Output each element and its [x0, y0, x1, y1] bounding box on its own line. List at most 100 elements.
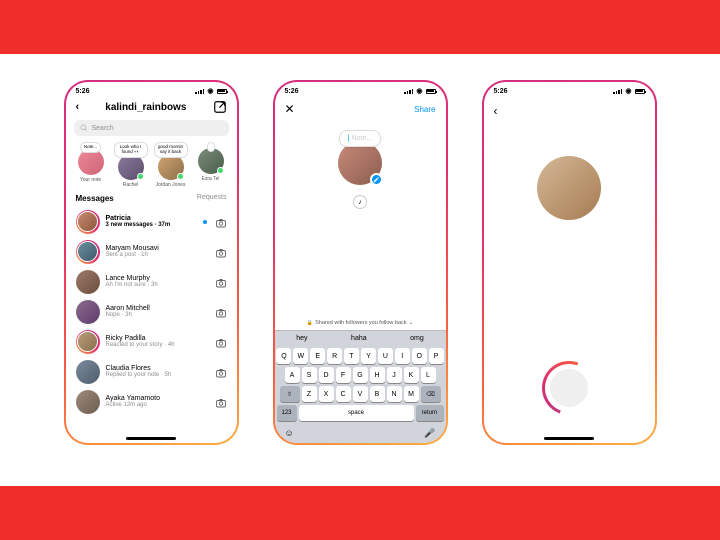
note-bubble: Look who I found 👀: [114, 142, 148, 158]
key[interactable]: V: [353, 386, 368, 402]
compose-button[interactable]: [213, 100, 227, 114]
key[interactable]: Z: [302, 386, 317, 402]
record-header: ‹: [484, 96, 655, 126]
close-button[interactable]: ✕: [285, 102, 295, 116]
requests-link[interactable]: Requests: [197, 194, 227, 203]
unread-dot: [203, 220, 207, 224]
key[interactable]: D: [319, 367, 334, 383]
note-item[interactable]: Ezra Tel: [194, 142, 228, 188]
presence-dot: [217, 167, 224, 174]
key-shift[interactable]: ⇧: [280, 386, 300, 402]
back-button[interactable]: ‹: [494, 104, 498, 118]
thread-avatar: [76, 210, 100, 234]
status-time: 5:26: [76, 88, 90, 95]
status-indicators: ◉: [613, 87, 644, 95]
section-header: Messages Requests: [66, 194, 237, 207]
home-indicator[interactable]: [544, 437, 594, 440]
key[interactable]: E: [310, 348, 325, 364]
emoji-button[interactable]: ☺: [285, 428, 294, 439]
thread-name: Lance Murphy: [106, 275, 209, 282]
camera-icon[interactable]: [215, 276, 227, 288]
phone-video-note: 5:26 ◉ ‹: [482, 80, 657, 445]
camera-icon[interactable]: [215, 396, 227, 408]
key[interactable]: Y: [361, 348, 376, 364]
search-placeholder: Search: [92, 125, 114, 132]
key[interactable]: B: [370, 386, 385, 402]
key[interactable]: U: [378, 348, 393, 364]
record-button[interactable]: [542, 361, 596, 415]
message-list[interactable]: Patricia 3 new messages · 37m Maryam Mou…: [66, 207, 237, 435]
note-item[interactable]: Note... Your note: [74, 142, 108, 188]
chevron-down-icon: ⌄: [409, 320, 414, 326]
key[interactable]: L: [421, 367, 436, 383]
key-delete[interactable]: ⌫: [421, 386, 441, 402]
message-thread[interactable]: Ricky Padilla Reacted to your story · 4h: [66, 327, 237, 357]
note-bubble: Note...: [80, 142, 101, 153]
thread-subtitle: Replied to your note · 5h: [106, 372, 209, 378]
username-title[interactable]: kalindi_rainbows: [105, 102, 186, 113]
note-item[interactable]: Look who I found 👀 Rachel: [114, 142, 148, 188]
key[interactable]: R: [327, 348, 342, 364]
key[interactable]: H: [370, 367, 385, 383]
note-name: Your note: [80, 177, 101, 183]
key-space[interactable]: space: [299, 405, 414, 421]
thread-subtitle: 3 new messages · 37m: [106, 222, 197, 228]
key[interactable]: F: [336, 367, 351, 383]
thread-subtitle: Active 12m ago: [106, 402, 209, 408]
suggestion[interactable]: haha: [351, 335, 367, 342]
thread-name: Patricia: [106, 215, 197, 222]
camera-icon[interactable]: [215, 336, 227, 348]
key[interactable]: G: [353, 367, 368, 383]
key[interactable]: S: [302, 367, 317, 383]
status-time: 5:26: [494, 88, 508, 95]
suggestion[interactable]: omg: [410, 335, 424, 342]
key-123[interactable]: 123: [277, 405, 297, 421]
audience-selector[interactable]: Shared with followers you follow back ⌄: [275, 316, 446, 330]
camera-icon[interactable]: [215, 366, 227, 378]
note-item[interactable]: good mornin say it back Jordan Jones: [154, 142, 188, 188]
thread-name: Claudia Flores: [106, 365, 209, 372]
key[interactable]: C: [336, 386, 351, 402]
thread-name: Ricky Padilla: [106, 335, 209, 342]
camera-icon[interactable]: [215, 306, 227, 318]
key[interactable]: Q: [276, 348, 291, 364]
message-thread[interactable]: Patricia 3 new messages · 37m: [66, 207, 237, 237]
note-bubble: good mornin say it back: [154, 142, 188, 158]
key[interactable]: N: [387, 386, 402, 402]
mic-button[interactable]: 🎤: [424, 428, 435, 439]
key[interactable]: K: [404, 367, 419, 383]
share-button[interactable]: Share: [414, 105, 435, 114]
camera-icon[interactable]: [215, 246, 227, 258]
key[interactable]: J: [387, 367, 402, 383]
status-indicators: ◉: [195, 87, 226, 95]
suggestion[interactable]: hey: [296, 335, 307, 342]
camera-icon[interactable]: [215, 216, 227, 228]
message-thread[interactable]: Aaron Mitchell Nope · 3h: [66, 297, 237, 327]
message-thread[interactable]: Claudia Flores Replied to your note · 5h: [66, 357, 237, 387]
thread-text: Aaron Mitchell Nope · 3h: [106, 305, 209, 318]
message-thread[interactable]: Ayaka Yamamoto Active 12m ago: [66, 387, 237, 417]
key[interactable]: T: [344, 348, 359, 364]
key[interactable]: I: [395, 348, 410, 364]
thread-avatar: [76, 300, 100, 324]
message-thread[interactable]: Maryam Mousavi Sent a post · 1h: [66, 237, 237, 267]
note-input[interactable]: Note...: [339, 130, 381, 147]
compose-header: ✕ Share: [275, 96, 446, 122]
key-return[interactable]: return: [416, 405, 444, 421]
key[interactable]: A: [285, 367, 300, 383]
key[interactable]: O: [412, 348, 427, 364]
notes-row[interactable]: Note... Your noteLook who I found 👀 Rach…: [66, 142, 237, 194]
key[interactable]: X: [319, 386, 334, 402]
status-bar: 5:26 ◉: [275, 82, 446, 96]
home-indicator[interactable]: [126, 437, 176, 440]
thread-name: Aaron Mitchell: [106, 305, 209, 312]
search-input[interactable]: Search: [74, 120, 229, 136]
thread-subtitle: Sent a post · 1h: [106, 252, 209, 258]
music-button[interactable]: ♪: [353, 195, 367, 209]
key[interactable]: P: [429, 348, 444, 364]
status-bar: 5:26 ◉: [484, 82, 655, 96]
message-thread[interactable]: Lance Murphy Ah I'm not sure · 3h: [66, 267, 237, 297]
back-button[interactable]: ‹: [76, 101, 80, 113]
key[interactable]: W: [293, 348, 308, 364]
key[interactable]: M: [404, 386, 419, 402]
